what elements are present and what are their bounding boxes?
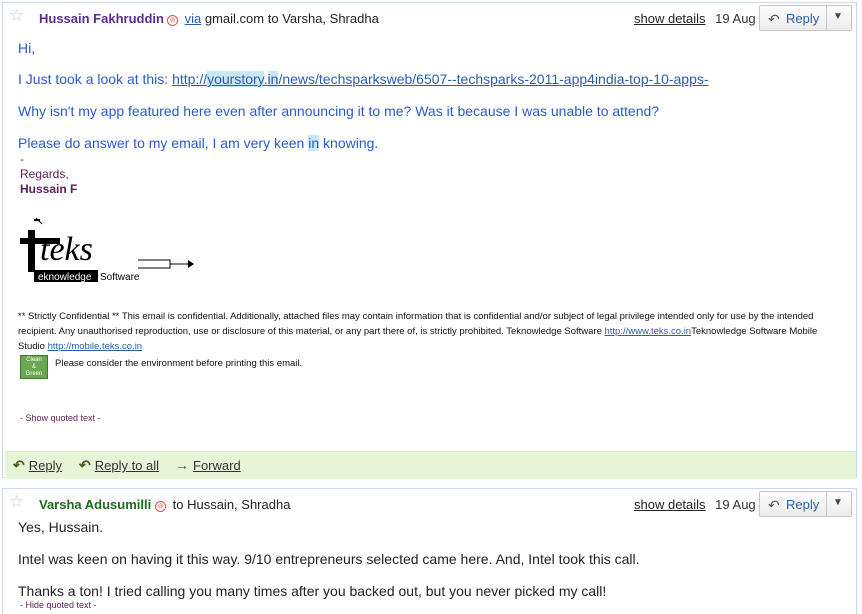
footer-reply-all-button[interactable]: ↶ Reply to all <box>79 457 159 474</box>
reply-icon: ↶ <box>13 457 25 473</box>
teks-logo: teks eknowledge Software <box>20 217 194 283</box>
body-line-1: Yes, Hussain. <box>18 519 104 535</box>
sender-meta: ⊘ to Hussain, Shradha <box>151 497 290 512</box>
footer-forward-button[interactable]: → Forward <box>175 457 241 473</box>
star-icon[interactable]: ☆ <box>9 7 25 24</box>
body-line-2: Why isn't my app featured here even afte… <box>18 103 660 119</box>
reply-label: Reply <box>786 497 820 512</box>
forward-icon: → <box>175 457 189 473</box>
via-domain: gmail.com <box>204 11 265 26</box>
sig-name: Hussain F <box>20 182 78 196</box>
reply-icon: ↶ <box>768 11 780 27</box>
sender-name[interactable]: Hussain Fakhruddin <box>39 11 164 26</box>
body-line-3: Thanks a ton! I tried calling you many t… <box>18 583 607 599</box>
message-date: 19 Aug <box>715 497 756 512</box>
teks-mobile-link[interactable]: http://mobile.teks.co.in <box>48 341 143 352</box>
message-1: ☆ Hussain Fakhruddin ⊘ via gmail.com to … <box>2 2 857 479</box>
teks-website-link[interactable]: http://www.teks.co.in <box>605 326 692 337</box>
body-greeting: Hi, <box>18 40 36 56</box>
sig-regards: Regards, <box>20 167 69 181</box>
svg-text:eknowledge: eknowledge <box>38 272 92 283</box>
reply-all-icon: ↶ <box>79 457 91 473</box>
footer-reply-button[interactable]: ↶ Reply <box>13 457 62 474</box>
sender-meta: ⊘ via gmail.com to Varsha, Shradha <box>163 11 379 26</box>
body-line-3: Please do answer to my email, I am very … <box>18 135 379 151</box>
via-link[interactable]: via <box>185 11 202 26</box>
legal-disclaimer: ** Strictly Confidential ** This email i… <box>18 311 818 352</box>
show-quoted-text-link[interactable]: - Show quoted text - <box>20 413 101 423</box>
reply-footer: ↶ Reply ↶ Reply to all → Forward <box>5 451 856 479</box>
warning-icon: ⊘ <box>155 501 166 512</box>
reply-label: Reply <box>786 11 820 26</box>
svg-text:teks: teks <box>40 231 93 268</box>
recipients: to Hussain, Shradha <box>172 497 291 512</box>
more-options-dropdown[interactable]: ▼ <box>833 497 843 508</box>
clean-green-badge: Clean & Green <box>20 355 48 379</box>
article-link[interactable]: http://yourstory.in/news/techsparksweb/6… <box>172 71 709 87</box>
warning-icon: ⊘ <box>167 15 178 26</box>
body-line-2: Intel was keen on having it this way. 9/… <box>18 551 640 567</box>
show-details-link[interactable]: show details <box>634 11 706 26</box>
svg-text:Software: Software <box>100 272 140 283</box>
sig-dash: - <box>20 152 24 166</box>
header-details: show details 19 Aug <box>634 497 756 512</box>
body-line-1: I Just took a look at this: http://yours… <box>18 71 709 87</box>
reply-icon: ↶ <box>768 497 780 513</box>
environment-note: Please consider the environment before p… <box>55 358 303 369</box>
show-details-link[interactable]: show details <box>634 497 706 512</box>
sender-name[interactable]: Varsha Adusumilli <box>39 497 151 512</box>
reply-button[interactable]: ↶ Reply ▼ <box>759 5 852 31</box>
message-date: 19 Aug <box>715 11 756 26</box>
reply-button[interactable]: ↶ Reply ▼ <box>759 491 852 517</box>
hide-quoted-text-link[interactable]: - Hide quoted text - <box>20 600 97 610</box>
header-details: show details 19 Aug <box>634 11 756 26</box>
recipients: to Varsha, Shradha <box>267 11 379 26</box>
more-options-dropdown[interactable]: ▼ <box>833 11 843 22</box>
message-2: ☆ Varsha Adusumilli ⊘ to Hussain, Shradh… <box>2 488 857 614</box>
star-icon[interactable]: ☆ <box>9 493 25 510</box>
